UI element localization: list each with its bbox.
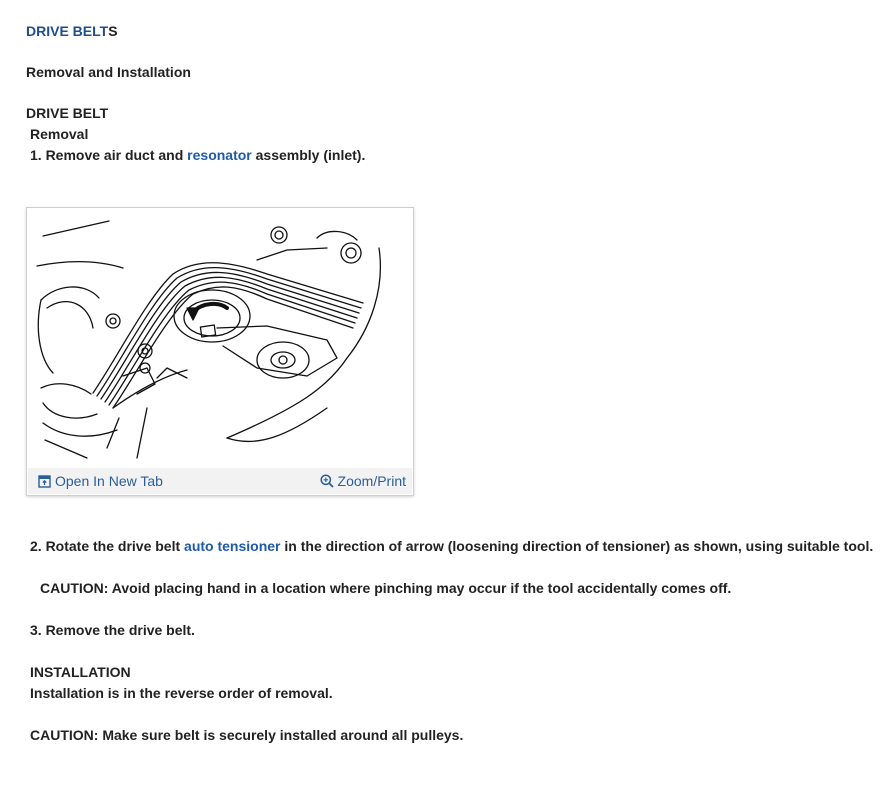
page-title-main: DRIVE BELT bbox=[26, 23, 109, 39]
open-in-new-tab-button[interactable]: Open In New Tab bbox=[38, 473, 163, 489]
step-1-prefix: 1. Remove air duct and bbox=[30, 147, 188, 163]
auto-tensioner-link[interactable]: auto tensioner bbox=[184, 538, 280, 554]
magnifier-icon bbox=[319, 474, 334, 488]
figure-toolbar: Open In New Tab Zoom/Print bbox=[28, 468, 412, 494]
step-3: 3. Remove the drive belt. bbox=[30, 622, 195, 638]
step-2-prefix: 2. Rotate the drive belt bbox=[30, 538, 185, 554]
step-2: 2. Rotate the drive belt auto tensioner … bbox=[30, 537, 873, 555]
zoom-print-label: Zoom/Print bbox=[337, 473, 406, 489]
step-1: 1. Remove air duct and resonator assembl… bbox=[30, 146, 365, 164]
resonator-link[interactable]: resonator bbox=[187, 147, 252, 163]
caution-pulleys: CAUTION: Make sure belt is securely inst… bbox=[30, 727, 464, 743]
open-in-new-tab-label: Open In New Tab bbox=[55, 473, 163, 489]
open-tab-icon bbox=[38, 474, 51, 488]
section-heading: DRIVE BELT bbox=[26, 105, 109, 121]
page-title: DRIVE BELTS bbox=[26, 22, 118, 40]
drive-belt-illustration bbox=[36, 220, 382, 459]
installation-text: Installation is in the reverse order of … bbox=[30, 685, 333, 701]
step-1-suffix: assembly (inlet). bbox=[251, 147, 366, 163]
zoom-print-button[interactable]: Zoom/Print bbox=[319, 473, 406, 489]
page-title-tail: S bbox=[108, 23, 118, 39]
step-2-suffix: in the direction of arrow (loosening dir… bbox=[280, 538, 874, 554]
caution-pinching: CAUTION: Avoid placing hand in a locatio… bbox=[40, 580, 732, 596]
page-subtitle: Removal and Installation bbox=[26, 64, 191, 80]
installation-heading: INSTALLATION bbox=[30, 664, 131, 680]
figure-panel: Open In New Tab Zoom/Print bbox=[26, 207, 414, 496]
section-subheading: Removal bbox=[30, 126, 89, 142]
